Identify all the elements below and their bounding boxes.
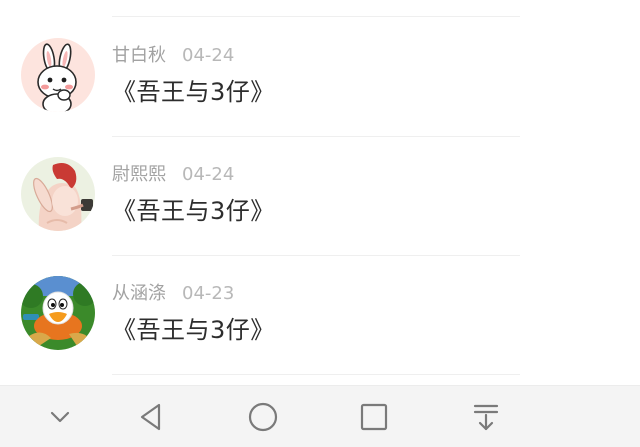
system-navigation-bar: [0, 385, 640, 447]
comment-date: 04-23: [182, 283, 235, 304]
home-icon[interactable]: [246, 400, 280, 434]
collapse-down-icon[interactable]: [43, 400, 77, 434]
divider: [112, 255, 520, 256]
username[interactable]: 从涵涤: [112, 283, 166, 304]
comment-item[interactable]: 从涵涤 04-23 《吾王与3仔》: [0, 276, 640, 394]
avatar-anime-character-icon[interactable]: [21, 157, 95, 231]
avatar-white-rabbit-icon[interactable]: [21, 38, 95, 112]
username[interactable]: 尉熙熙: [112, 164, 166, 185]
divider: [112, 136, 520, 137]
comment-date: 04-24: [182, 45, 235, 66]
avatar-cartoon-duck-icon[interactable]: [21, 276, 95, 350]
comment-text: 《吾王与3仔》: [112, 197, 275, 225]
comment-text: 《吾王与3仔》: [112, 316, 275, 344]
comment-date: 04-24: [182, 164, 235, 185]
comment-list: 甘白秋 04-24 《吾王与3仔》 尉熙熙 04-24 《吾王与3仔》 从涵涤 …: [0, 0, 640, 385]
comment-item[interactable]: 尉熙熙 04-24 《吾王与3仔》: [0, 157, 640, 275]
divider: [112, 374, 520, 375]
comment-meta: 尉熙熙 04-24: [112, 163, 234, 187]
comment-meta: 甘白秋 04-24: [112, 44, 234, 68]
pull-down-icon[interactable]: [469, 400, 503, 434]
back-icon[interactable]: [134, 400, 168, 434]
recent-apps-icon[interactable]: [357, 400, 391, 434]
divider: [112, 16, 520, 17]
comment-meta: 从涵涤 04-23: [112, 282, 234, 306]
comment-text: 《吾王与3仔》: [112, 78, 275, 106]
comment-item[interactable]: 甘白秋 04-24 《吾王与3仔》: [0, 38, 640, 156]
username[interactable]: 甘白秋: [112, 45, 166, 66]
